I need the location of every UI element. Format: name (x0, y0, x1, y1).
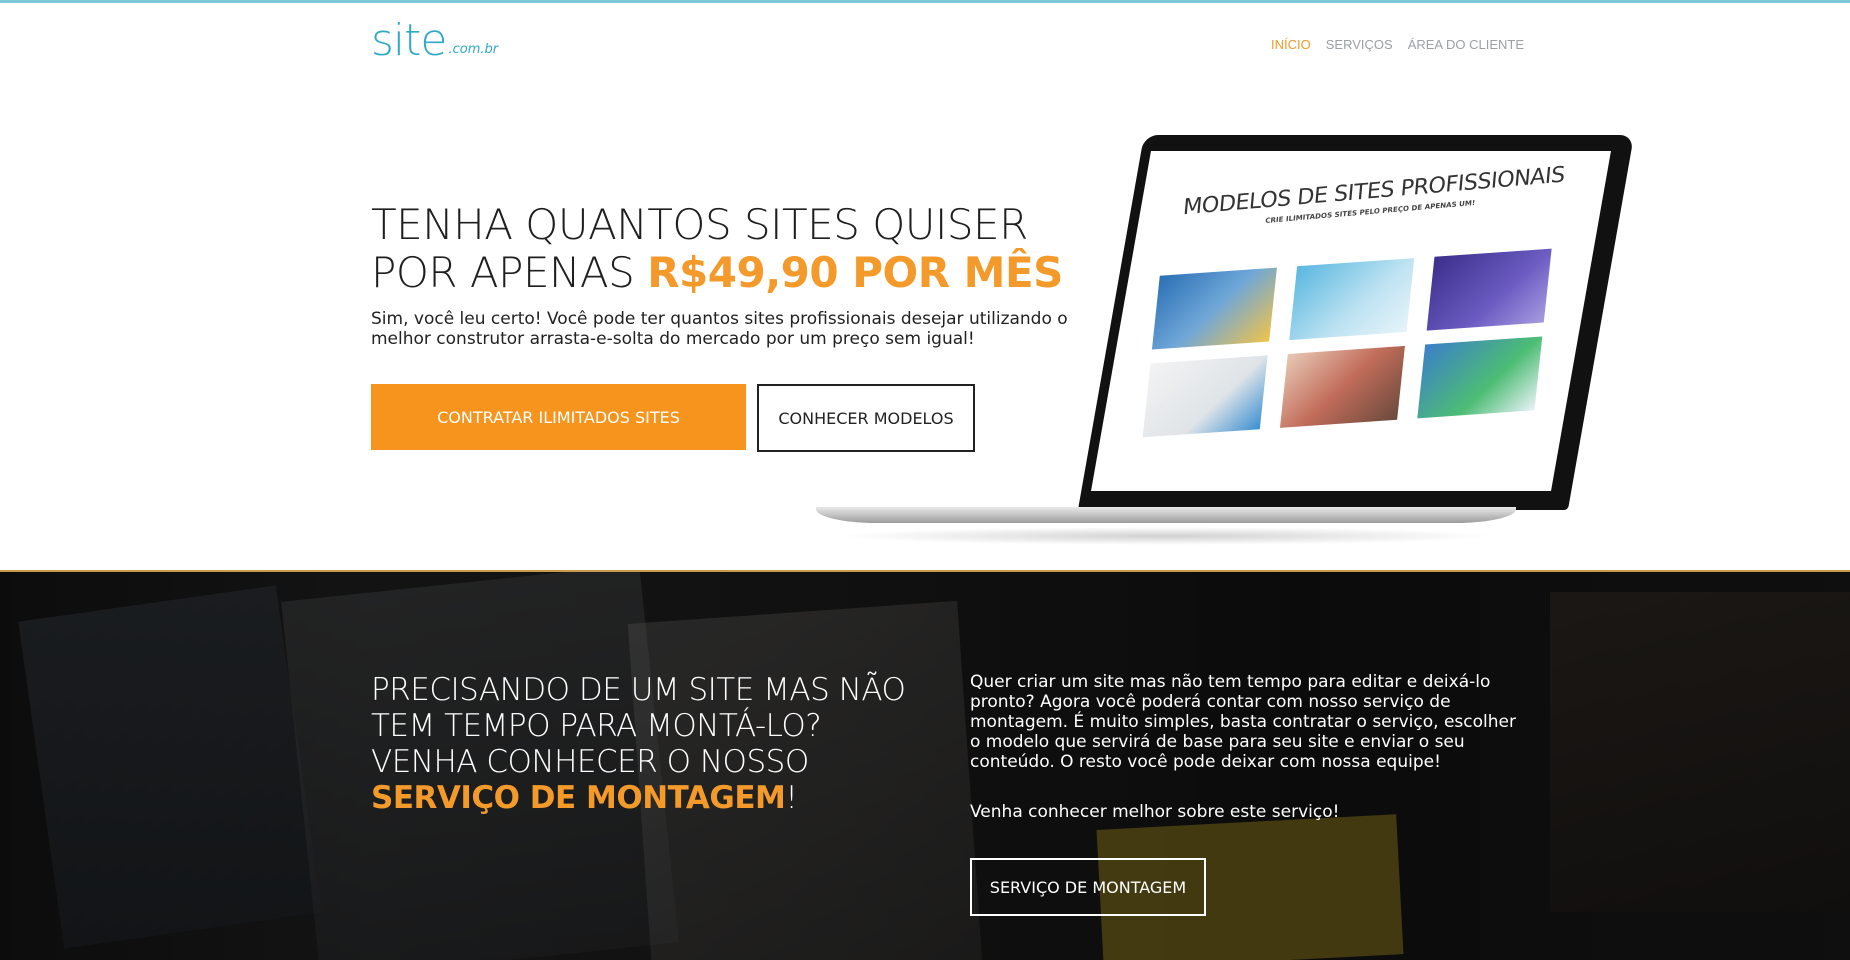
template-thumbnail (1151, 267, 1277, 350)
laptop-base (816, 507, 1516, 523)
nav-area-do-cliente[interactable]: Área do Cliente (1408, 37, 1524, 52)
template-thumbnails (1120, 247, 1573, 439)
laptop-illustration: MODELOS DE SITES PROFISSIONAIS CRIE ILIM… (816, 135, 1635, 555)
assembly-service-button[interactable]: SERVIÇO DE MONTAGEM (970, 858, 1206, 916)
template-thumbnail (1426, 248, 1552, 331)
service-title-end: ! (785, 780, 798, 816)
site-header: site .com.br Início Serviços Área do Cli… (0, 3, 1850, 83)
service-title: PRECISANDO DE UM SITE MAS NÃO TEM TEMPO … (371, 672, 931, 816)
hero-section: TENHA QUANTOS SITES QUISER POR APENAS R$… (0, 83, 1850, 570)
template-thumbnail (1289, 258, 1415, 341)
nav-inicio[interactable]: Início (1271, 37, 1311, 52)
laptop-shadow (836, 527, 1496, 545)
logo-domain: .com.br (448, 42, 499, 57)
template-thumbnail (1279, 345, 1405, 428)
service-title-text: PRECISANDO DE UM SITE MAS NÃO TEM TEMPO … (371, 672, 906, 780)
service-description: Quer criar um site mas não tem tempo par… (970, 672, 1516, 772)
service-title-highlight: SERVIÇO DE MONTAGEM (371, 780, 786, 816)
template-thumbnail (1417, 336, 1543, 419)
template-thumbnail (1142, 355, 1268, 438)
assembly-service-section: PRECISANDO DE UM SITE MAS NÃO TEM TEMPO … (0, 572, 1850, 960)
contract-unlimited-sites-button[interactable]: CONTRATAR ILIMITADOS SITES (371, 384, 746, 450)
main-nav: Início Serviços Área do Cliente (1271, 37, 1524, 52)
logo-text: site (371, 15, 447, 66)
service-cta-text: Venha conhecer melhor sobre este serviço… (970, 802, 1340, 822)
nav-servicos[interactable]: Serviços (1326, 37, 1393, 52)
laptop-screen: MODELOS DE SITES PROFISSIONAIS CRIE ILIM… (1091, 151, 1611, 491)
logo[interactable]: site .com.br (371, 15, 499, 66)
